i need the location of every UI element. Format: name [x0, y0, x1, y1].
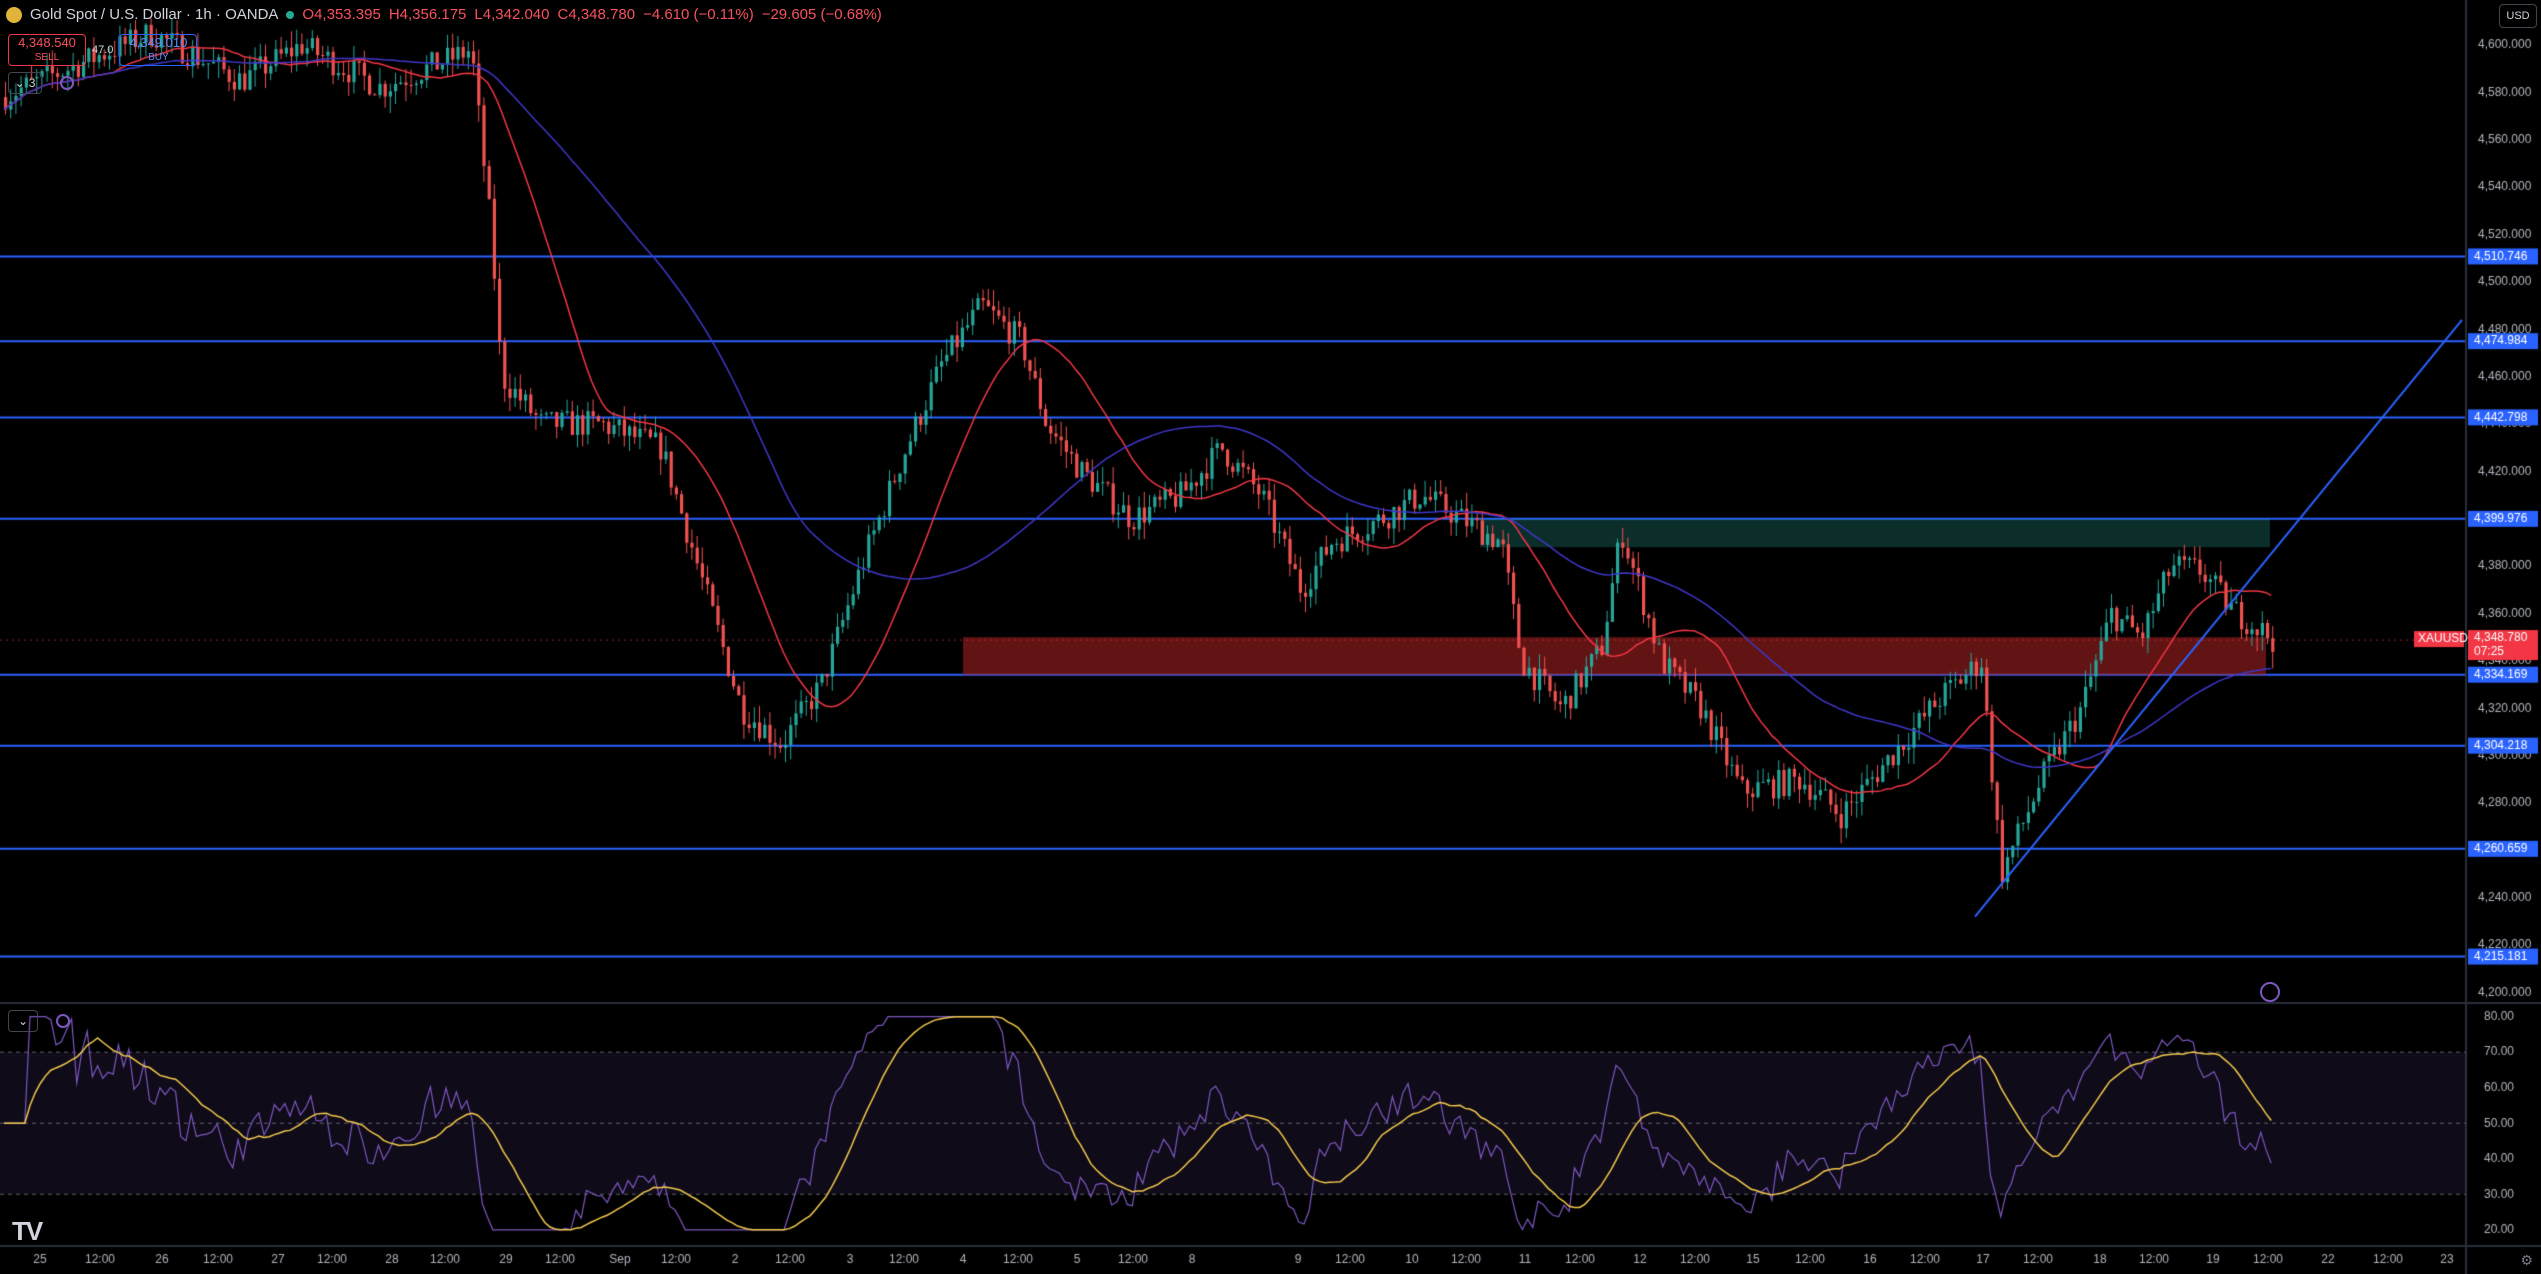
trade-panel: 4,348.540 SELL 47.0 4,349.010 BUY — [8, 34, 198, 66]
currency-selector[interactable]: USD — [2499, 4, 2537, 28]
ohlc-high: H4,356.175 — [388, 6, 467, 23]
sell-button[interactable]: 4,348.540 SELL — [8, 34, 86, 66]
price-chart[interactable] — [0, 0, 2541, 1274]
chart-header: Gold Spot / U.S. Dollar · 1h · OANDA O4,… — [6, 6, 882, 23]
sell-label: SELL — [34, 52, 60, 63]
settings-icon[interactable]: ⚙ — [2520, 1252, 2533, 1269]
chevron-down-icon: ⌄ — [14, 76, 25, 90]
gold-symbol-icon — [6, 6, 22, 23]
ohlc-open: O4,353.395 — [302, 6, 381, 23]
refresh-icon[interactable] — [56, 1014, 70, 1028]
symbol-title[interactable]: Gold Spot / U.S. Dollar · 1h · OANDA — [30, 6, 278, 23]
ohlc-change: −4.610 (−0.11%) — [643, 6, 754, 23]
currency-label: USD — [2506, 10, 2530, 22]
indicators-count: 3 — [28, 76, 36, 90]
lightning-icon[interactable] — [2260, 982, 2280, 1002]
rsi-pane-toggle[interactable]: ⌄ — [8, 1010, 38, 1032]
buy-button[interactable]: 4,349.010 BUY — [119, 34, 198, 66]
ohlc-close: C4,348.780 — [557, 6, 636, 23]
sell-price: 4,348.540 — [18, 35, 76, 50]
tradingview-logo[interactable]: TV — [12, 1216, 43, 1247]
buy-label: BUY — [148, 52, 169, 63]
ohlc-change-period: −29.605 (−0.68%) — [761, 6, 882, 23]
ohlc-low: L4,342.040 — [474, 6, 550, 23]
market-open-icon — [286, 10, 295, 19]
indicators-toggle[interactable]: ⌄ 3 — [8, 72, 42, 94]
buy-price: 4,349.010 — [129, 35, 188, 50]
spread-value: 47.0 — [92, 44, 114, 56]
chevron-down-icon: ⌄ — [17, 1014, 29, 1028]
refresh-icon[interactable] — [60, 76, 74, 90]
